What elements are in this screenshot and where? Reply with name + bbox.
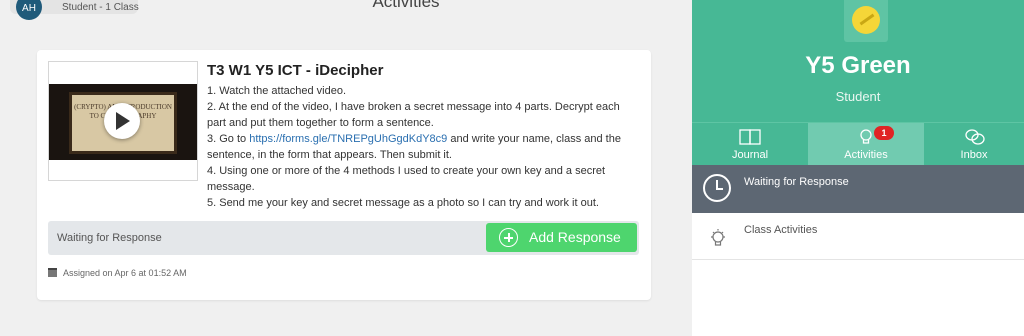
video-frame: (CRYPTO) AN INTRODUCTION TO CRYPTOGRAPHY [49,84,197,160]
calendar-icon [48,268,57,277]
tab-inbox[interactable]: Inbox [924,123,1024,166]
class-name: Y5 Green [805,52,911,79]
tab-journal-label: Journal [731,149,769,161]
instruction-3: 3. Go to https://forms.gle/TNREPgUhGgdKd… [207,131,639,163]
instruction-3-pre: 3. Go to [207,133,250,145]
instruction-2: 2. At the end of the video, I have broke… [207,101,620,129]
filter-waiting-for-response[interactable]: Waiting for Response [692,165,1024,213]
sun-icon [852,6,880,34]
main-panel: AH Student - 1 Class Activities (CRYPTO)… [0,0,692,336]
response-status: Waiting for Response [57,232,162,244]
instruction-5: 5. Send me your key and secret message a… [207,197,599,209]
assigned-date: Assigned on Apr 6 at 01:52 AM [48,268,187,278]
play-button[interactable] [104,103,140,139]
avatar[interactable]: AH [16,0,42,20]
activity-content: T3 W1 Y5 ICT - iDecipher 1. Watch the at… [207,62,639,211]
sidebar: Y5 Green Student Journal 1 Activities In… [692,0,1024,336]
sidebar-tabs: Journal 1 Activities Inbox [692,122,1024,166]
video-thumbnail[interactable]: (CRYPTO) AN INTRODUCTION TO CRYPTOGRAPHY [48,61,198,181]
tab-activities[interactable]: 1 Activities [808,123,924,166]
response-bar: Waiting for Response Add Response [48,221,639,255]
filter-class-activities[interactable]: Class Activities [692,213,1024,260]
add-response-label: Add Response [529,229,621,245]
lightbulb-icon [860,129,872,144]
book-icon [739,129,761,145]
plus-circle-icon [499,228,518,247]
tab-activities-label: Activities [844,149,888,161]
lightbulb-icon [711,229,725,246]
class-profile: Y5 Green Student [692,0,1024,122]
page-title: Activities [372,0,440,11]
add-response-button[interactable]: Add Response [486,223,637,252]
activity-card: (CRYPTO) AN INTRODUCTION TO CRYPTOGRAPHY… [37,50,651,300]
student-subtitle: Student - 1 Class [62,2,139,13]
filter-waiting-label: Waiting for Response [744,176,849,188]
activities-badge: 1 [874,126,894,140]
tab-journal[interactable]: Journal [692,123,808,166]
instruction-4: 4. Using one or more of the 4 methods I … [207,165,606,193]
filter-class-activities-label: Class Activities [744,224,818,236]
activity-title: T3 W1 Y5 ICT - iDecipher [207,62,384,79]
clock-icon [703,174,731,202]
chat-bubbles-icon [965,129,985,145]
form-link[interactable]: https://forms.gle/TNREPgUhGgdKdY8c9 [249,133,447,145]
tab-inbox-label: Inbox [960,149,988,161]
class-icon [844,0,888,42]
class-role: Student [835,89,881,104]
play-icon [116,112,130,130]
instruction-1: 1. Watch the attached video. [207,85,347,97]
assigned-text: Assigned on Apr 6 at 01:52 AM [63,268,187,278]
